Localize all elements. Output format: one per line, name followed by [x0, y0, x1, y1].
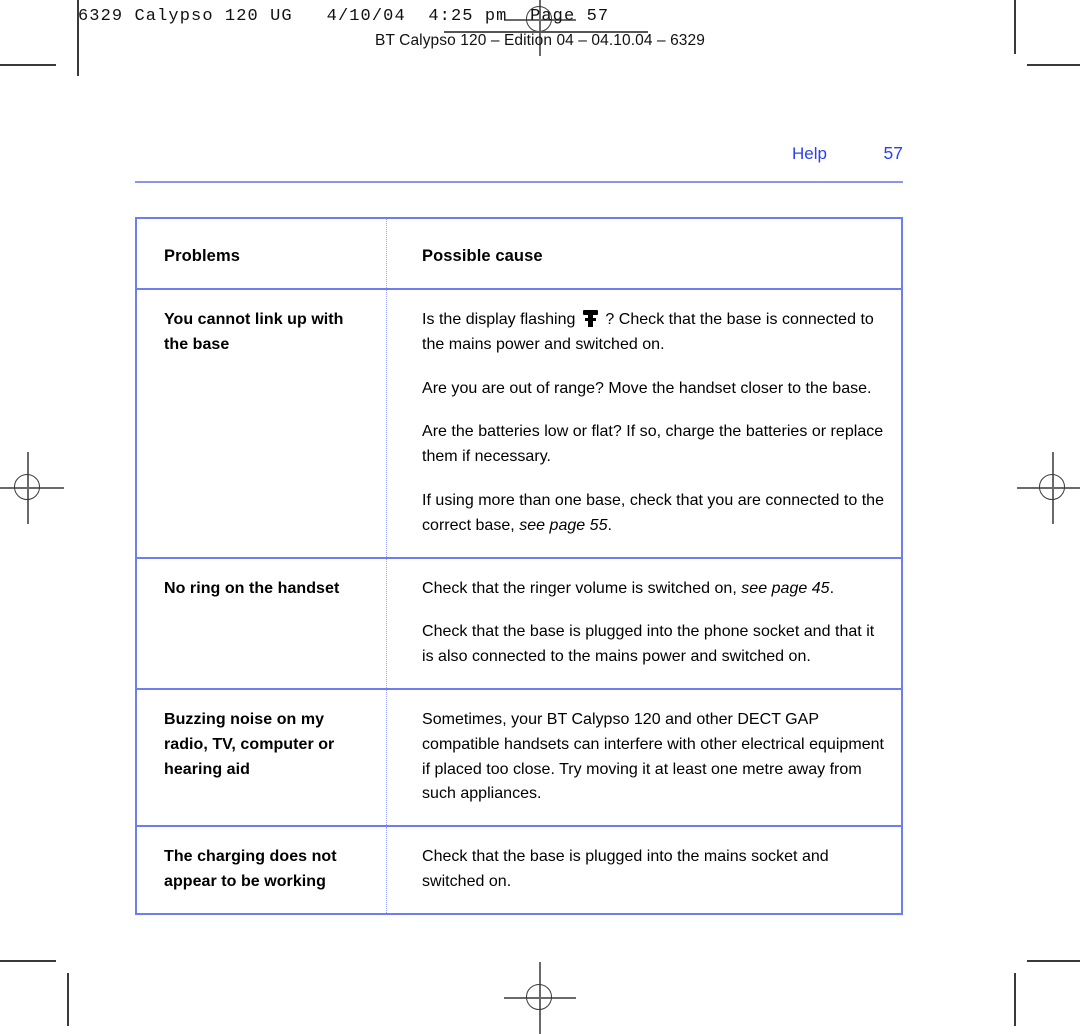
crop-mark-bottom-right-horizontal: [1027, 960, 1080, 962]
cause-paragraph: Check that the base is plugged into the …: [422, 623, 875, 666]
cause-text-tail: .: [829, 579, 835, 597]
page-header-rule: [135, 181, 903, 183]
table-cell-cause: Check that the base is plugged into the …: [387, 827, 901, 913]
table-cell-cause: Check that the ringer volume is switched…: [387, 559, 901, 688]
table-row: You cannot link up with the base Is the …: [137, 290, 901, 559]
problem-title: You cannot link up with the base: [164, 311, 344, 353]
cross-reference: see page 55: [519, 516, 608, 534]
table-cell-cause: Sometimes, your BT Calypso 120 and other…: [387, 690, 901, 825]
cause-text: Check that the ringer volume is switched…: [422, 579, 742, 597]
registration-mark-right: [1017, 452, 1080, 524]
prepress-slug-line: 6329 Calypso 120 UG 4/10/04 4:25 pm Page…: [78, 7, 610, 26]
cause-paragraph: Sometimes, your BT Calypso 120 and other…: [422, 710, 884, 803]
table-cell-problem: Buzzing noise on my radio, TV, computer …: [137, 689, 387, 826]
table-header-cell-possible-cause: Possible cause: [387, 219, 901, 288]
cause-text-tail: .: [607, 516, 612, 534]
page-header: Help 57: [135, 143, 903, 183]
cause-paragraph: If using more than one base, check that …: [422, 489, 885, 539]
column-header-possible-cause: Possible cause: [422, 247, 543, 265]
cause-paragraph: Is the display flashing ? Check that the…: [422, 308, 885, 358]
registration-mark-circle: [14, 474, 40, 500]
cause-paragraph: Check that the ringer volume is switched…: [422, 577, 885, 602]
registration-mark-bottom: [504, 962, 576, 1034]
problem-title: No ring on the handset: [164, 579, 340, 597]
registration-mark-circle: [1039, 474, 1065, 500]
base-station-icon: [582, 310, 598, 327]
edition-footer-line: BT Calypso 120 – Edition 04 – 04.10.04 –…: [375, 32, 705, 49]
crop-mark-bottom-left-horizontal: [0, 960, 56, 962]
column-header-problems: Problems: [164, 247, 240, 265]
base-station-icon-foot: [584, 318, 596, 321]
table-header-row: Problems Possible cause: [137, 219, 901, 290]
table-row: Buzzing noise on my radio, TV, computer …: [137, 689, 901, 828]
problem-title: The charging does not appear to be worki…: [164, 848, 337, 890]
cause-paragraph: Are you are out of range? Move the hands…: [422, 379, 872, 397]
cross-reference: see page 45: [741, 579, 830, 597]
table-cell-problem: The charging does not appear to be worki…: [137, 827, 387, 913]
table-cell-cause: Is the display flashing ? Check that the…: [387, 290, 901, 557]
page-header-row: Help 57: [135, 143, 903, 164]
cause-paragraph: Are the batteries low or flat? If so, ch…: [422, 423, 884, 466]
table-header-cell-problems: Problems: [137, 219, 387, 288]
troubleshooting-table: Problems Possible cause You cannot link …: [135, 217, 903, 915]
table-row: The charging does not appear to be worki…: [137, 827, 901, 913]
crop-mark-top-right-horizontal: [1027, 64, 1080, 66]
crop-mark-bottom-left-vertical: [67, 973, 69, 1026]
table-cell-problem: You cannot link up with the base: [137, 290, 387, 557]
page-header-section-title: Help: [792, 144, 827, 163]
table-row: No ring on the handset Check that the ri…: [137, 558, 901, 690]
cause-text-before-icon: Is the display flashing: [422, 311, 576, 328]
crop-mark-bottom-right-vertical: [1014, 973, 1016, 1026]
registration-mark-left: [0, 452, 64, 524]
page-number: 57: [883, 143, 903, 163]
registration-mark-circle: [526, 984, 552, 1010]
table-cell-problem: No ring on the handset: [137, 558, 387, 688]
problem-title: Buzzing noise on my radio, TV, computer …: [164, 710, 335, 778]
cause-paragraph: Check that the base is plugged into the …: [422, 848, 829, 890]
crop-mark-top-left-horizontal: [0, 64, 56, 66]
cause-text: If using more than one base, check that …: [422, 491, 885, 534]
